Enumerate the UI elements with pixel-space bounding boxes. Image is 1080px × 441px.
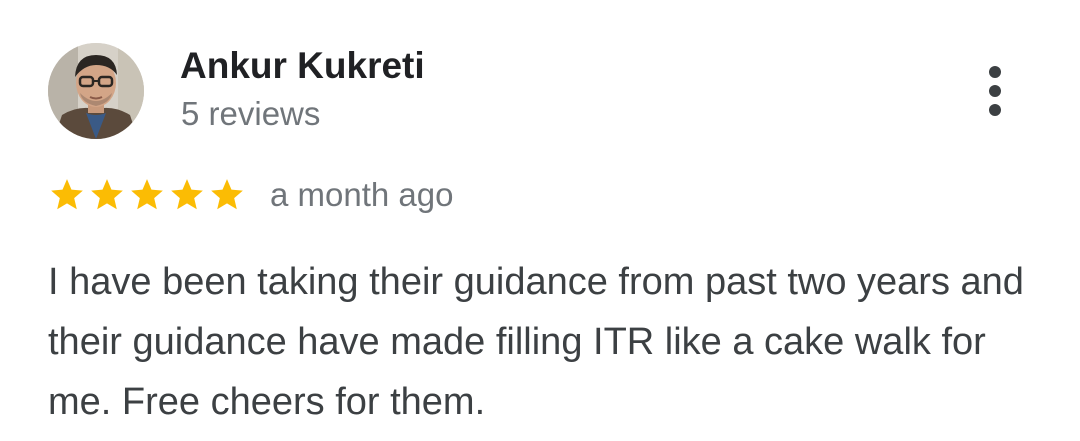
review-text: I have been taking their guidance from p… bbox=[48, 261, 1024, 423]
more-vertical-icon-dot bbox=[989, 85, 1001, 97]
star-icon bbox=[128, 176, 166, 214]
author-name[interactable]: Ankur Kukreti bbox=[180, 44, 425, 88]
star-rating bbox=[48, 176, 246, 214]
more-vertical-icon-dot bbox=[989, 104, 1001, 116]
author-avatar[interactable] bbox=[48, 43, 144, 139]
star-icon bbox=[88, 176, 126, 214]
more-vertical-icon bbox=[989, 66, 1001, 78]
rating-row: a month ago bbox=[48, 174, 453, 216]
star-icon bbox=[48, 176, 86, 214]
review-time: a month ago bbox=[270, 176, 454, 213]
review-card: Ankur Kukreti 5 reviews a month ago I ha… bbox=[0, 0, 1080, 441]
more-options-button[interactable] bbox=[972, 62, 1018, 120]
author-review-count[interactable]: 5 reviews bbox=[181, 93, 320, 135]
avatar-photo-icon bbox=[48, 43, 144, 139]
star-icon bbox=[168, 176, 206, 214]
star-icon bbox=[208, 176, 246, 214]
